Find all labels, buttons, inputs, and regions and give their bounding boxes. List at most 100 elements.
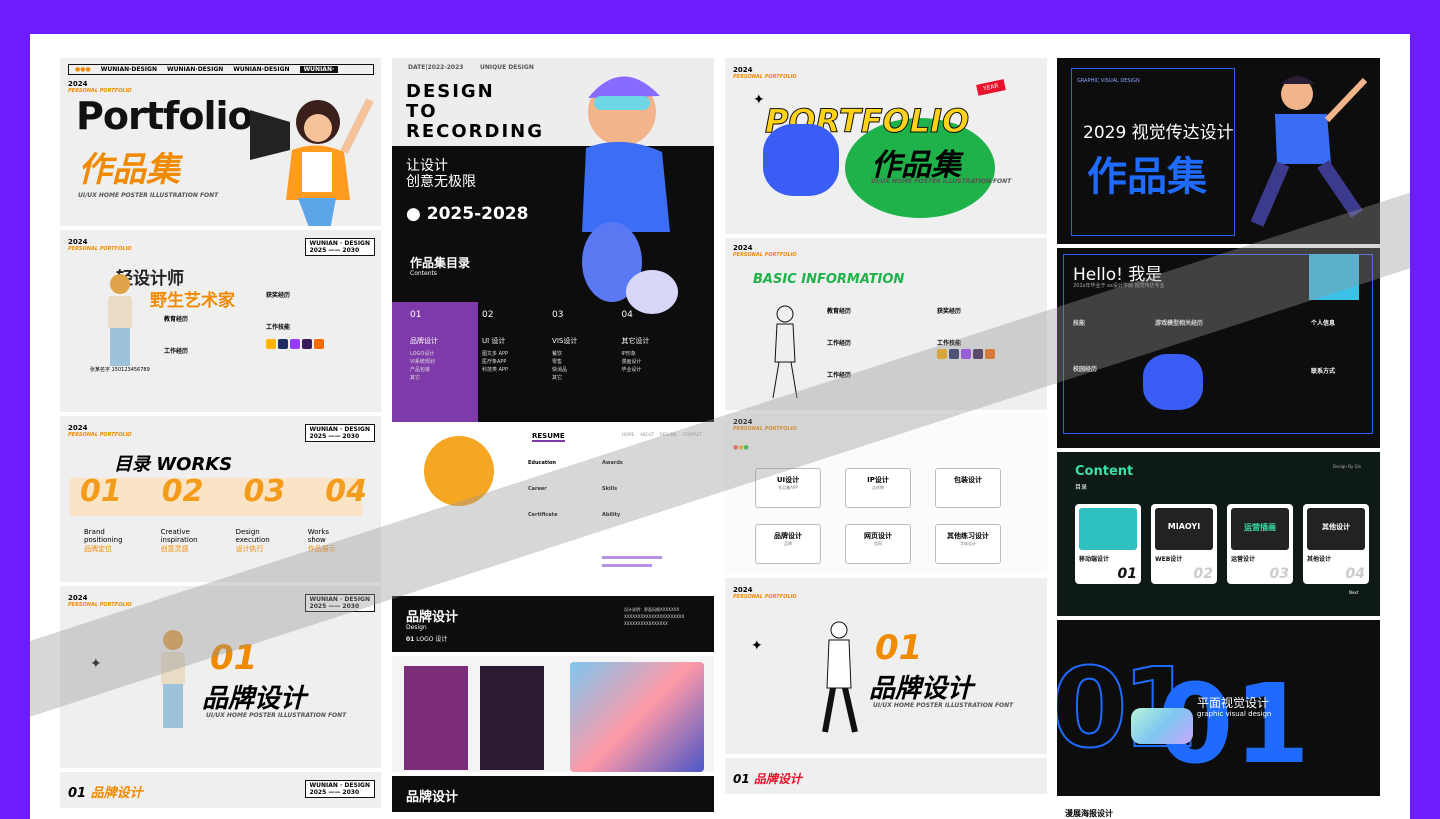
next-link[interactable]: Next	[1349, 590, 1358, 595]
category-card[interactable]: 其他练习设计 字体设计	[935, 524, 1001, 564]
section-header-panel: 01 品牌设计	[725, 758, 1047, 798]
header-strip: ●●● WUNIAN·DESIGN WUNIAN·DESIGN WUNIAN·D…	[68, 64, 374, 75]
brand-design-label: 01 LOGO 设计	[406, 636, 448, 643]
work-item: Design execution 设计执行	[235, 528, 270, 553]
year-flag: YEAR	[976, 79, 1006, 96]
brand-design-header-2: 品牌设计	[392, 776, 714, 816]
section-header-panel: 01 品牌设计 WUNIAN · DESIGN 2025 —— 2030	[60, 772, 381, 812]
contact-label: 联系方式	[1311, 368, 1336, 375]
header-item: WUNIAN·	[299, 66, 339, 73]
brand-design-title: 品牌设计	[406, 610, 459, 625]
content-title: Content	[1075, 464, 1134, 479]
content-card[interactable]: 运营插画 运营设计 03	[1227, 504, 1293, 584]
content-sub: 目录	[1075, 484, 1088, 491]
skill-bar	[602, 556, 662, 559]
cover-panel: 2024 PERSONAL PORTFOLIO PORTFOLIO 作品集 UI/…	[725, 58, 1047, 238]
category-card[interactable]: 网页设计 官网	[845, 524, 911, 564]
section-title: 品牌设计	[202, 684, 307, 714]
portfolio-sheet: ●●● WUNIAN·DESIGN WUNIAN·DESIGN WUNIAN·D…	[30, 34, 1410, 819]
basic-info-title: BASIC INFORMATION	[753, 272, 905, 287]
tools-label: 工作技能	[266, 324, 291, 331]
header-item: WUNIAN·DESIGN	[233, 66, 290, 73]
contents-item: 01 品牌设计 LOGO设计 VI系统规划 产品包装 其它	[410, 310, 438, 381]
brand-card-1	[404, 666, 468, 770]
tagline: UI/UX HOME POSTER ILLUSTRATION FONT	[871, 178, 1012, 185]
section-title: 品牌设计	[869, 674, 974, 704]
section-header: 漫展海报设计	[1065, 809, 1113, 818]
brand-design-sub: Design	[406, 624, 427, 631]
header-item: WUNIAN·DESIGN	[100, 66, 157, 73]
software-icons	[266, 334, 326, 353]
cover-dark-panel: DATE|2022-2023 UNIQUE DESIGN DESIGN TO REC…	[392, 58, 714, 426]
works-numbers: 01 02 03 04	[80, 474, 367, 509]
work-number: 02	[161, 474, 204, 509]
slogan: 让设计 创意无极限	[406, 158, 476, 190]
year-label: 2024 PERSONAL PORTFOLIO	[68, 594, 132, 608]
graphic-design-cover: 01 01 平面视觉设计 graphic visual design	[1057, 620, 1380, 800]
section-cover-panel: 2024 PERSONAL PORTFOLIO 01 品牌设计 UI/UX HOM…	[725, 578, 1047, 758]
blue-cloud-mascot	[763, 124, 839, 196]
nav-item[interactable]: HOME	[622, 432, 634, 437]
graphic-title: 平面视觉设计	[1197, 696, 1270, 710]
sparkle-icon: ✦	[753, 92, 765, 108]
content-card[interactable]: 其他设计 其他设计 04	[1303, 504, 1369, 584]
cover-label: GRAPHIC VISUAL DESIGN	[1077, 78, 1140, 84]
blue-cloud-mascot	[1143, 354, 1203, 410]
work-item: Brand positioning 品牌定位	[84, 528, 123, 553]
category-card[interactable]: 包装设计	[935, 468, 1001, 508]
resume-title: RESUME	[532, 432, 565, 442]
badge: WUNIAN · DESIGN 2025 —— 2030	[304, 780, 375, 798]
work-label: 工作经历	[164, 348, 189, 355]
girl-camera-illustration	[108, 274, 132, 366]
category-card[interactable]: IP设计 吉祥物	[845, 468, 911, 508]
work-item: Creative inspiration 创意灵感	[160, 528, 198, 553]
badge: WUNIAN · DESIGN 2025 —— 2030	[304, 424, 375, 442]
portfolio-column-1: ●●● WUNIAN·DESIGN WUNIAN·DESIGN WUNIAN·D…	[60, 58, 381, 812]
personal-label: 个人信息	[1311, 320, 1336, 327]
intro-panel: 2024 PERSONAL PORTFOLIO WUNIAN · DESIGN 20…	[60, 230, 381, 416]
thumbs-up-illustration	[1131, 708, 1193, 744]
edu-label: 教育经历	[164, 316, 189, 323]
section-header: 01 品牌设计	[68, 786, 143, 801]
design-note: 设计说明：界面风格XXXXXXX XXXXXXXXXXXXXXXXXXXXXX …	[624, 607, 685, 626]
brand-design-title: 品牌设计	[406, 790, 459, 805]
cover-panel: ●●● WUNIAN·DESIGN WUNIAN·DESIGN WUNIAN·D…	[60, 58, 381, 230]
year-label: 2024 PERSONAL PORTFOLIO	[733, 244, 797, 258]
year-label: 2024 PERSONAL PORTFOLIO	[68, 80, 132, 94]
category-card[interactable]: 品牌设计 品牌	[755, 524, 821, 564]
skill-bar	[602, 564, 652, 567]
tagline: UI/UX HOME POSTER ILLUSTRATION FONT	[206, 712, 347, 719]
content-card[interactable]: 移动端设计 01	[1075, 504, 1141, 584]
intro-line-2: 野生艺术家	[150, 291, 235, 311]
boy-3d-illustration	[582, 76, 678, 314]
content-card[interactable]: MIAOYI WEB设计 02	[1151, 504, 1217, 584]
work-number: 03	[243, 474, 286, 509]
contents-sub: Contents	[410, 270, 437, 277]
date-label: DATE|2022-2023	[408, 64, 464, 71]
nav-item[interactable]: ABOUT	[640, 432, 654, 437]
work-number: 01	[80, 474, 122, 509]
year-label: 2024 PERSONAL PORTFOLIO	[68, 424, 132, 438]
girl-sketch-illustration	[772, 305, 798, 399]
girl-sketch-illustration	[822, 621, 858, 733]
work-number: 04	[325, 474, 367, 509]
cover-title-cn: 作品集	[1087, 154, 1207, 200]
works-title: 目录 WORKS	[114, 454, 233, 475]
design-credit: Design By Qin	[1333, 464, 1362, 469]
girl-megaphone-illustration	[250, 98, 374, 226]
contents-title: 作品集目录	[410, 256, 471, 270]
contents-item: 02 UI 设计 图文多 APP 医疗条APP 科技类 APP	[482, 310, 509, 373]
year-range: ● 2025-2028	[406, 204, 529, 224]
tagline: UI/UX HOME POSTER ILLUSTRATION FONT	[78, 192, 219, 199]
sparkle-icon: ✦	[751, 638, 763, 654]
section-header: 01 品牌设计	[733, 772, 802, 786]
graphic-sub: graphic visual design	[1197, 710, 1272, 718]
portfolio-title-cn: 作品集	[78, 150, 180, 190]
tagline: UI/UX HOME POSTER ILLUSTRATION FONT	[873, 702, 1014, 709]
content-panel: Content 目录 Design By Qin 移动端设计 01 MIAOYI W…	[1057, 452, 1380, 620]
year-label: 2024 PERSONAL PORTFOLIO	[733, 586, 797, 600]
works-labels: Brand positioning 品牌定位 Creative inspiration…	[84, 528, 336, 554]
cover-title: 2029 视觉传达设计	[1083, 123, 1234, 143]
brand-card-2	[480, 666, 544, 770]
award-label: 获奖经历	[266, 292, 291, 299]
